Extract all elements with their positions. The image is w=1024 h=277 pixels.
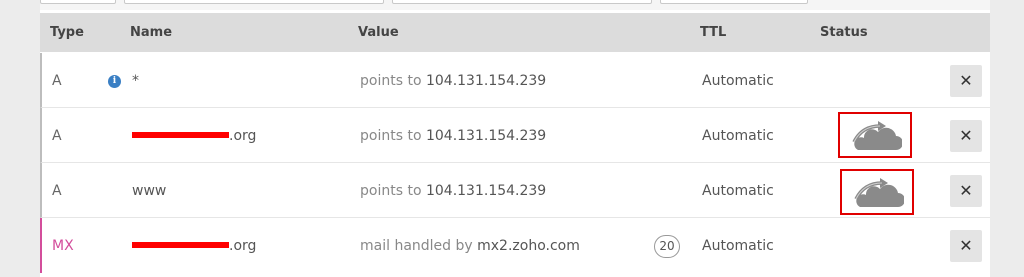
value-address: 104.131.154.239 (425, 73, 547, 89)
table-row: A .org points to 104.131.154.239 Automat… (40, 108, 990, 163)
record-type: A (52, 128, 62, 144)
value-prefix: mail handled by (360, 238, 473, 254)
record-name[interactable]: * (132, 73, 139, 89)
record-name[interactable]: .org (132, 238, 256, 254)
header-name: Name (130, 25, 173, 40)
record-name-suffix: .org (229, 128, 257, 144)
header-ttl: TTL (700, 25, 727, 40)
dns-records-panel: Type Name Value TTL Status A i * points … (40, 0, 990, 277)
value-prefix: points to (360, 73, 422, 89)
filter-bar (40, 0, 990, 10)
record-value[interactable]: mail handled by mx2.zoho.com (360, 238, 580, 254)
cloud-proxy-off-icon[interactable] (852, 177, 904, 209)
record-name[interactable]: www (132, 183, 166, 199)
table-row: A www points to 104.131.154.239 Automati… (40, 163, 990, 218)
filter-ttl-input[interactable] (660, 0, 808, 4)
record-ttl[interactable]: Automatic (702, 238, 774, 254)
info-icon[interactable]: i (108, 75, 121, 88)
filter-name-input[interactable] (124, 0, 384, 4)
record-name-suffix: .org (229, 238, 257, 254)
mx-priority-badge[interactable]: 20 (654, 235, 680, 258)
redaction-mark (132, 132, 229, 138)
record-type: MX (52, 238, 74, 254)
table-row: A i * points to 104.131.154.239 Automati… (40, 53, 990, 108)
delete-button[interactable]: ✕ (950, 65, 982, 97)
header-status: Status (820, 25, 868, 40)
record-ttl[interactable]: Automatic (702, 183, 774, 199)
record-ttl[interactable]: Automatic (702, 73, 774, 89)
record-value[interactable]: points to 104.131.154.239 (360, 183, 546, 199)
delete-button[interactable]: ✕ (950, 175, 982, 207)
record-value[interactable]: points to 104.131.154.239 (360, 73, 546, 89)
value-address: mx2.zoho.com (477, 238, 580, 254)
status-highlight-box (838, 112, 912, 158)
record-type: A (52, 73, 62, 89)
header-type: Type (50, 25, 84, 40)
status-highlight-box (840, 169, 914, 215)
delete-button[interactable]: ✕ (950, 230, 982, 262)
cloud-proxy-off-icon[interactable] (850, 120, 902, 152)
table-header: Type Name Value TTL Status (40, 13, 990, 52)
filter-value-input[interactable] (392, 0, 652, 4)
delete-button[interactable]: ✕ (950, 120, 982, 152)
record-name[interactable]: .org (132, 128, 256, 144)
filter-type-input[interactable] (40, 0, 116, 4)
header-value: Value (358, 25, 399, 40)
value-prefix: points to (360, 183, 422, 199)
value-address: 104.131.154.239 (425, 128, 547, 144)
value-address: 104.131.154.239 (425, 183, 547, 199)
record-type: A (52, 183, 62, 199)
redaction-mark (132, 242, 229, 248)
record-ttl[interactable]: Automatic (702, 128, 774, 144)
table-row: MX .org mail handled by mx2.zoho.com 20 … (40, 218, 990, 273)
value-prefix: points to (360, 128, 422, 144)
record-value[interactable]: points to 104.131.154.239 (360, 128, 546, 144)
